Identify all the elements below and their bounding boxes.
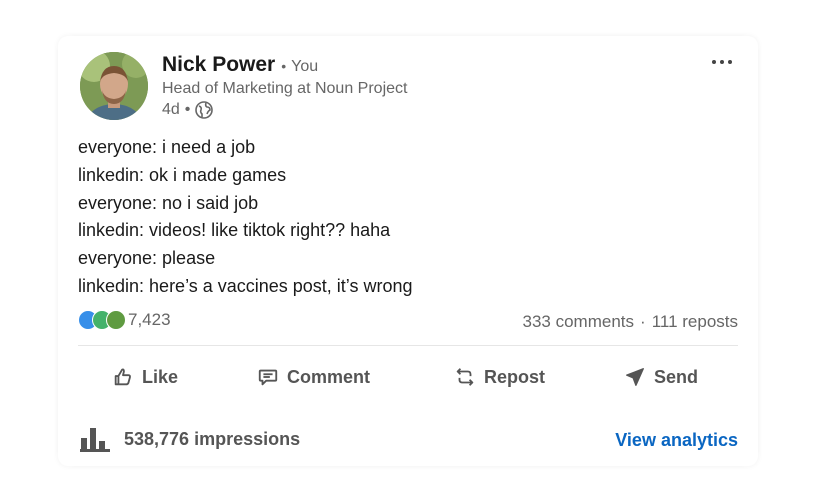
view-analytics-link[interactable]: View analytics (615, 430, 738, 451)
comments-count[interactable]: 333 comments (523, 312, 635, 331)
post-line: linkedin: ok i made games (78, 164, 287, 185)
send-button[interactable]: Send (624, 366, 698, 388)
reaction-count[interactable]: 7,423 (128, 310, 171, 330)
divider (78, 345, 738, 346)
repost-icon (456, 368, 474, 386)
like-label: Like (142, 366, 179, 387)
reactions-summary[interactable]: 7,423 (78, 310, 171, 330)
author-name[interactable]: Nick Power (162, 53, 275, 77)
post-time: 4d (162, 101, 180, 118)
reposts-count[interactable]: 111 reposts (652, 312, 738, 331)
bar-chart-icon (80, 428, 110, 452)
post-line: linkedin: videos! like tiktok right?? ha… (78, 220, 391, 241)
send-label: Send (654, 366, 699, 387)
impressions-count: 538,776 impressions (124, 428, 301, 449)
like-button[interactable]: Like (112, 366, 178, 388)
send-icon (626, 368, 644, 386)
globe-icon (195, 101, 214, 119)
separator-dot: • (281, 58, 287, 74)
post-text: everyone: i need a job linkedin: ok i ma… (78, 134, 413, 301)
author-avatar[interactable] (80, 52, 148, 120)
support-reaction-icon (106, 310, 126, 330)
separator-dot: • (184, 101, 191, 118)
engagement-counts: 333 comments · 111 reposts (523, 312, 738, 332)
more-options-icon[interactable] (706, 50, 738, 74)
post-line: linkedin: here’s a vaccines post, it’s w… (78, 275, 413, 296)
separator-dot: · (640, 312, 646, 331)
author-headline: Head of Marketing at Noun Project (162, 80, 408, 97)
post-line: everyone: no i said job (78, 192, 259, 213)
repost-label: Repost (484, 366, 546, 387)
impressions-summary: 538,776 impressions (80, 426, 300, 452)
post-line: everyone: please (78, 248, 216, 269)
post-line: everyone: i need a job (78, 137, 256, 157)
post-meta: 4d • (162, 101, 214, 119)
comment-icon (258, 369, 278, 386)
comment-label: Comment (287, 366, 371, 387)
author-relation: You (291, 58, 319, 75)
like-icon (114, 368, 131, 386)
comment-button[interactable]: Comment (257, 366, 370, 388)
repost-button[interactable]: Repost (454, 366, 545, 388)
